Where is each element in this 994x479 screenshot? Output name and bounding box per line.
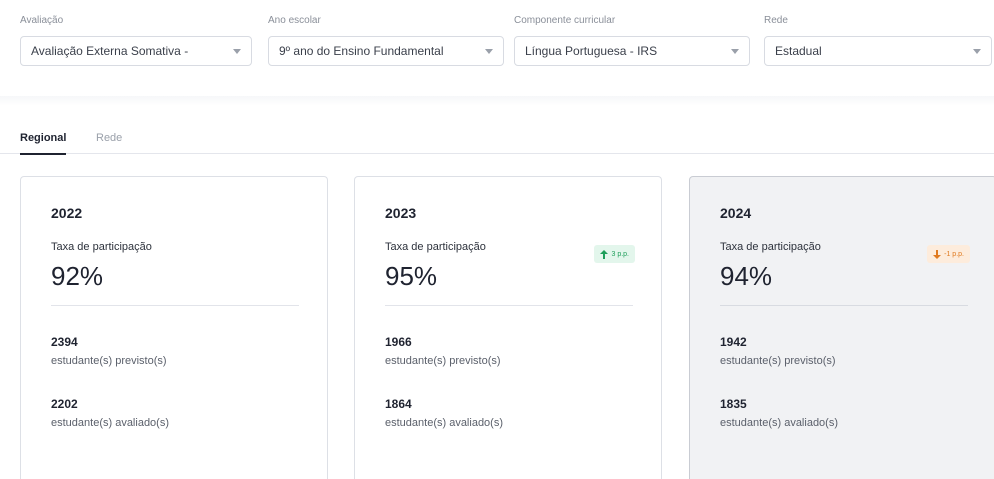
card-divider (385, 305, 633, 306)
card-divider (720, 305, 968, 306)
expected-students-value: 2394 (51, 335, 78, 349)
expected-students-label: estudante(s) previsto(s) (385, 355, 501, 367)
participation-rate-value: 94% (720, 261, 773, 291)
arrow-down-icon (933, 249, 942, 259)
chevron-down-icon (729, 37, 741, 65)
evaluated-students-label: estudante(s) avaliado(s) (385, 417, 504, 429)
chevron-down-icon (231, 37, 243, 65)
variation-badge-text: -1 p.p. (944, 250, 964, 258)
participation-rate-label: Taxa de participação (385, 241, 486, 253)
filter-bar: Avaliação Avaliação Externa Somativa - A… (0, 0, 994, 92)
filter-label-ano-escolar: Ano escolar (268, 15, 321, 26)
avaliacao-select[interactable]: Avaliação Externa Somativa - (20, 36, 252, 66)
participation-rate-value: 95% (385, 261, 438, 291)
card-year: 2022 (51, 205, 83, 221)
rede-select-value: Estadual (775, 44, 822, 58)
componente-curricular-select-value: Língua Portuguesa - IRS (525, 44, 658, 58)
evaluated-students-label: estudante(s) avaliado(s) (720, 417, 839, 429)
expected-students-label: estudante(s) previsto(s) (720, 355, 836, 367)
arrow-up-icon (600, 249, 609, 259)
card-year: 2024 (720, 205, 752, 221)
chevron-down-icon (971, 37, 983, 65)
evaluated-students-value: 1835 (720, 397, 747, 411)
tab-regional[interactable]: Regional (20, 130, 67, 155)
participation-card-2024[interactable]: 2024 Taxa de participação -1 p.p. 94% 19… (689, 176, 994, 479)
avaliacao-select-value: Avaliação Externa Somativa - (31, 44, 189, 58)
participation-rate-label: Taxa de participação (720, 241, 821, 253)
chevron-down-icon (483, 37, 495, 65)
tab-rede[interactable]: Rede (96, 130, 122, 154)
tab-bar: Regional Rede (0, 124, 994, 155)
filter-ano-escolar: Ano escolar 9º ano do Ensino Fundamental (268, 14, 504, 66)
filter-componente-curricular: Componente curricular Língua Portuguesa … (514, 14, 750, 66)
expected-students-label: estudante(s) previsto(s) (51, 355, 167, 367)
variation-badge: -1 p.p. (927, 245, 970, 263)
ano-escolar-select-value: 9º ano do Ensino Fundamental (279, 44, 444, 58)
participation-card-2023[interactable]: 2023 Taxa de participação 3 p.p. 95% 196… (354, 176, 662, 479)
filter-label-rede: Rede (764, 15, 788, 26)
participation-rate-value: 92% (51, 261, 104, 291)
filter-rede: Rede Estadual (764, 14, 992, 66)
card-divider (51, 305, 299, 306)
rede-select[interactable]: Estadual (764, 36, 992, 66)
participation-card-2022[interactable]: 2022 Taxa de participação 92% 2394 estud… (20, 176, 328, 479)
section-divider (0, 96, 994, 106)
variation-badge: 3 p.p. (594, 245, 635, 263)
evaluated-students-value: 2202 (51, 397, 78, 411)
variation-badge-text: 3 p.p. (611, 250, 629, 258)
filter-avaliacao: Avaliação Avaliação Externa Somativa - (20, 14, 252, 66)
filter-label-avaliacao: Avaliação (20, 15, 64, 26)
filter-label-componente-curricular: Componente curricular (514, 15, 616, 26)
ano-escolar-select[interactable]: 9º ano do Ensino Fundamental (268, 36, 504, 66)
evaluated-students-value: 1864 (385, 397, 412, 411)
componente-curricular-select[interactable]: Língua Portuguesa - IRS (514, 36, 750, 66)
evaluated-students-label: estudante(s) avaliado(s) (51, 417, 170, 429)
participation-rate-label: Taxa de participação (51, 241, 152, 253)
expected-students-value: 1942 (720, 335, 747, 349)
card-year: 2023 (385, 205, 417, 221)
expected-students-value: 1966 (385, 335, 412, 349)
